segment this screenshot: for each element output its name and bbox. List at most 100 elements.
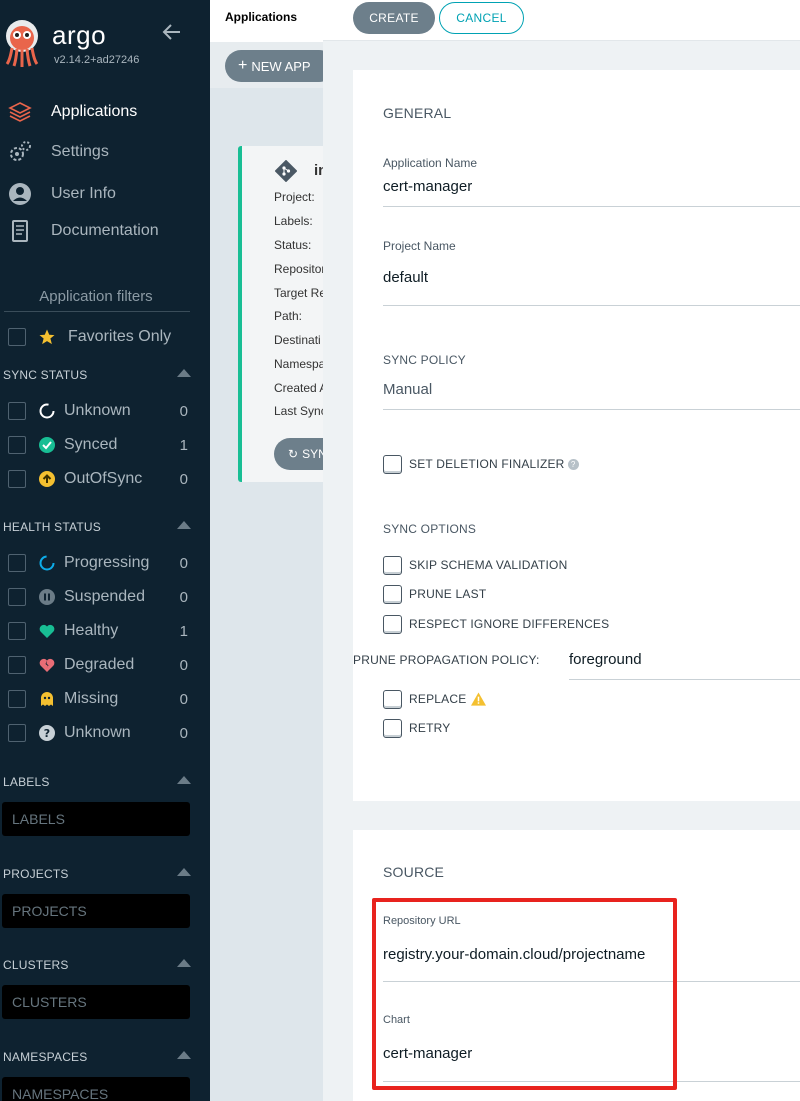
book-icon [8,219,32,243]
filter-checkbox[interactable] [8,690,26,708]
pause-circle-icon [38,588,56,606]
card-field-label: Last Sync [274,404,323,418]
collapse-arrow-icon[interactable] [162,22,182,42]
filter-checkbox[interactable] [8,724,26,742]
sync-policy-select[interactable]: Manual [383,381,432,398]
filter-checkbox[interactable] [8,470,26,488]
new-app-button[interactable]: + NEW APP [225,50,323,82]
sync-icon: ↻ [288,447,299,461]
cancel-button[interactable]: CANCEL [439,2,524,34]
sidebar: argo v2.14.2+ad27246 Applications Settin… [0,0,210,1101]
nav-item-user-info[interactable]: User Info [8,181,204,207]
nav-item-documentation[interactable]: Documentation [8,218,204,244]
filter-checkbox[interactable] [8,554,26,572]
filter-checkbox[interactable] [8,656,26,674]
user-circle-icon [8,182,32,206]
caret-up-icon[interactable] [177,521,191,529]
caret-up-icon[interactable] [177,1051,191,1059]
argo-logo-icon[interactable] [4,14,40,68]
application-name-label: Application Name [383,156,478,170]
namespaces-filter-input[interactable]: NAMESPACES [2,1077,190,1101]
applications-page: Applications + NEW APP in Project: Label… [210,0,323,1101]
nav-label: User Info [51,185,116,202]
respect-ignore-differences-option[interactable]: RESPECT IGNORE DIFFERENCES [383,614,609,634]
chart-label: Chart [383,1014,410,1026]
filter-health-degraded[interactable]: Degraded 0 [8,654,188,676]
spinner-icon [38,554,56,572]
clusters-title: CLUSTERS [3,958,69,972]
panel-header: CREATE CANCEL [323,0,800,41]
prune-last-checkbox[interactable] [383,584,402,604]
prune-last-option[interactable]: PRUNE LAST [383,584,486,604]
replace-option[interactable]: REPLACE [383,689,487,709]
health-status-title: HEALTH STATUS [3,520,101,534]
filter-health-missing[interactable]: Missing 0 [8,688,188,710]
filter-sync-outofsync[interactable]: OutOfSync 0 [8,468,188,490]
labels-title: LABELS [3,775,50,789]
nav-item-settings[interactable]: Settings [8,139,204,165]
filter-health-progressing[interactable]: Progressing 0 [8,552,188,574]
favorites-checkbox[interactable] [8,328,26,346]
filter-count: 1 [179,622,188,640]
project-name-input[interactable]: default [383,269,428,286]
retry-option[interactable]: RETRY [383,718,450,738]
caret-up-icon[interactable] [177,959,191,967]
sync-option-label: SKIP SCHEMA VALIDATION [409,558,568,572]
replace-label: REPLACE [409,692,467,706]
question-circle-icon: ? [38,724,56,742]
skip-schema-validation-checkbox[interactable] [383,555,402,575]
projects-filter-input[interactable]: PROJECTS [2,894,190,928]
respect-ignore-differences-checkbox[interactable] [383,614,402,634]
git-icon [275,160,297,182]
prune-propagation-policy-select[interactable]: foreground [569,651,642,668]
brand-name: argo [52,20,107,50]
caret-up-icon[interactable] [177,776,191,784]
source-heading: SOURCE [383,864,445,880]
help-icon[interactable]: ? [567,458,579,470]
clusters-filter-input[interactable]: CLUSTERS [2,985,190,1019]
labels-filter-input[interactable]: LABELS [2,802,190,836]
filter-sync-unknown[interactable]: Unknown 0 [8,400,188,422]
input-underline [569,679,800,680]
sync-button[interactable]: ↻ SYN [274,438,323,470]
filter-checkbox[interactable] [8,588,26,606]
filter-health-healthy[interactable]: Healthy 1 [8,620,188,642]
heart-icon [38,622,56,640]
filter-checkbox[interactable] [8,402,26,420]
filter-checkbox[interactable] [8,436,26,454]
plus-icon: + [238,57,248,74]
check-circle-icon [38,436,56,454]
filter-health-suspended[interactable]: Suspended 0 [8,586,188,608]
filter-label: Suspended [64,588,145,605]
gears-icon [8,140,32,164]
filter-checkbox[interactable] [8,622,26,640]
warning-icon[interactable] [471,692,487,706]
nav-item-applications[interactable]: Applications [8,99,204,125]
retry-checkbox[interactable] [383,718,402,738]
sync-option-label: PRUNE LAST [409,587,487,601]
chart-input[interactable]: cert-manager [383,1045,472,1062]
create-button[interactable]: CREATE [353,2,435,34]
filter-sync-synced[interactable]: Synced 1 [8,434,188,456]
caret-up-icon[interactable] [177,369,191,377]
deletion-finalizer-checkbox[interactable] [383,454,402,474]
card-field-label: Labels: [274,214,313,228]
card-field-label: Status: [274,238,312,252]
application-name-input[interactable]: cert-manager [383,178,472,195]
skip-schema-validation-option[interactable]: SKIP SCHEMA VALIDATION [383,555,567,575]
namespaces-title: NAMESPACES [3,1050,88,1064]
app-card-title[interactable]: in [314,162,323,179]
filter-health-unknown[interactable]: ? Unknown 0 [8,722,188,744]
favorites-label: Favorites Only [68,328,172,345]
caret-up-icon[interactable] [177,868,191,876]
sync-options-label: SYNC OPTIONS [383,522,477,536]
favorites-only-filter[interactable]: Favorites Only [8,326,171,348]
breadcrumb[interactable]: Applications [225,10,297,24]
replace-checkbox[interactable] [383,689,402,709]
source-card: SOURCE Repository URL registry.your-doma… [353,830,800,1101]
application-card[interactable]: in Project: Labels: Status: Repositor Ta… [238,146,323,482]
card-field-label: Repositor [274,262,323,276]
repository-url-input[interactable]: registry.your-domain.cloud/projectname [383,946,645,963]
card-field-label: Project: [274,190,315,204]
deletion-finalizer-option[interactable]: SET DELETION FINALIZER ? [383,454,579,474]
